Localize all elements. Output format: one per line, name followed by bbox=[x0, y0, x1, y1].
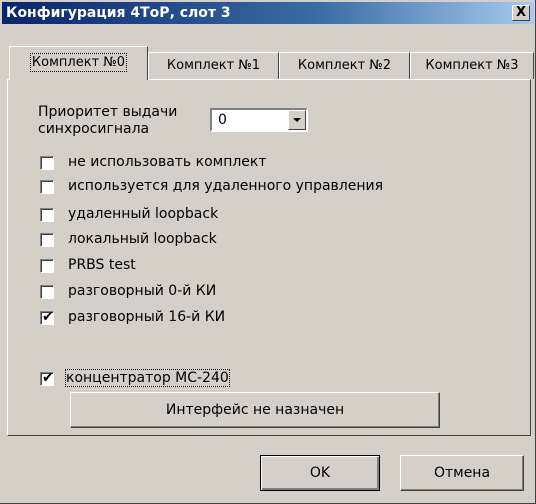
window-title: Конфигурация 4ТоР, слот 3 bbox=[6, 5, 231, 21]
config-dialog: Конфигурация 4ТоР, слот 3 X Комплект №0 … bbox=[0, 0, 536, 504]
ok-button[interactable]: OK bbox=[260, 455, 380, 491]
tab-komplekt-1[interactable]: Комплект №1 bbox=[148, 52, 279, 79]
tab-label: Комплект №1 bbox=[166, 58, 261, 73]
tab-panel bbox=[7, 79, 531, 436]
tab-komplekt-3[interactable]: Комплект №3 bbox=[410, 52, 534, 79]
tab-label: Комплект №3 bbox=[425, 58, 519, 73]
tab-label: Комплект №0 bbox=[29, 53, 128, 72]
cancel-button[interactable]: Отмена bbox=[400, 455, 524, 491]
title-bar[interactable]: Конфигурация 4ТоР, слот 3 X bbox=[2, 2, 534, 24]
close-button[interactable]: X bbox=[512, 5, 530, 21]
tab-label: Комплект №2 bbox=[297, 58, 392, 73]
tab-komplekt-2[interactable]: Комплект №2 bbox=[279, 52, 410, 79]
tab-komplekt-0[interactable]: Комплект №0 bbox=[9, 46, 148, 80]
